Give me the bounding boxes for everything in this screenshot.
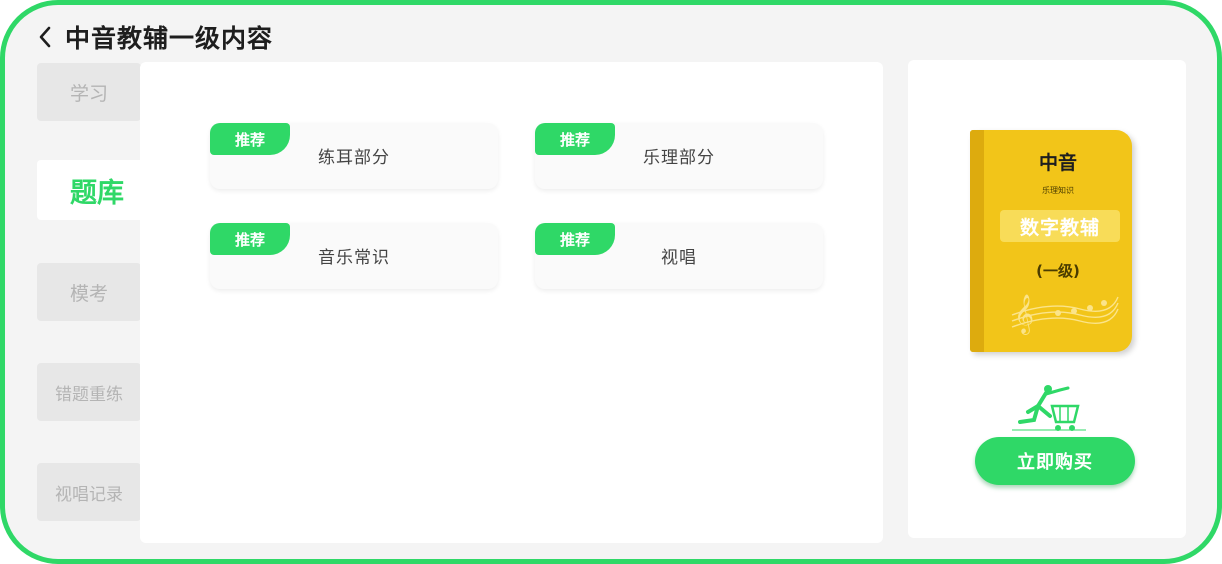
book-cover[interactable]: 中音 乐理知识 数字教辅 (一级) 𝄞 xyxy=(970,130,1132,352)
book-subtitle: 乐理知识 xyxy=(1042,186,1074,195)
app-frame: 中音教辅一级内容 学习 题库 模考 错题重练 视唱记录 推荐 练耳部分 推荐 乐… xyxy=(0,0,1222,564)
question-bank-panel: 推荐 练耳部分 推荐 乐理部分 推荐 音乐常识 推荐 视唱 xyxy=(140,62,883,543)
page-title: 中音教辅一级内容 xyxy=(65,24,274,53)
sidebar-item-question-bank[interactable]: 题库 xyxy=(37,160,157,220)
card-label: 视唱 xyxy=(661,248,697,268)
buy-now-button[interactable]: 立即购买 xyxy=(975,437,1135,485)
sidebar-item-mock-exam[interactable]: 模考 xyxy=(37,263,141,321)
sidebar-item-mistake-review[interactable]: 错题重练 xyxy=(37,363,141,421)
back-arrow-icon[interactable] xyxy=(33,25,57,49)
card-label: 乐理部分 xyxy=(643,148,715,168)
card-ear-training[interactable]: 推荐 练耳部分 xyxy=(210,123,498,189)
card-music-knowledge[interactable]: 推荐 音乐常识 xyxy=(210,223,498,289)
card-label: 音乐常识 xyxy=(318,248,390,268)
card-music-theory[interactable]: 推荐 乐理部分 xyxy=(535,123,823,189)
book-spine xyxy=(970,130,984,352)
book-band: 数字教辅 xyxy=(1000,210,1120,242)
card-sight-singing[interactable]: 推荐 视唱 xyxy=(535,223,823,289)
svg-text:𝄞: 𝄞 xyxy=(1014,294,1034,335)
sidebar-item-sight-singing-record[interactable]: 视唱记录 xyxy=(37,463,141,521)
sidebar-item-study[interactable]: 学习 xyxy=(37,63,141,121)
music-notes-icon: 𝄞 xyxy=(1011,294,1119,335)
promo-panel: 中音 乐理知识 数字教辅 (一级) 𝄞 立即购买 xyxy=(908,60,1186,538)
header: 中音教辅一级内容 xyxy=(33,17,273,57)
card-label: 练耳部分 xyxy=(318,148,390,168)
shopping-cart-runner-icon xyxy=(1012,385,1086,431)
book-title: 中音 xyxy=(1038,152,1077,174)
